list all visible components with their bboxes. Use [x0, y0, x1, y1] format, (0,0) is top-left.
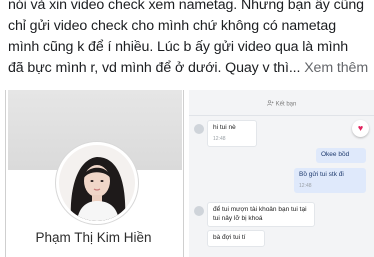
chat-header: Kết bạn: [189, 90, 374, 116]
chat-message-2-text: Okee bồd: [321, 151, 350, 158]
post-text: nói và xin video check xem nametag. Nhưn…: [8, 0, 368, 79]
chat-message-1: hi tui nè 12:48: [207, 120, 257, 147]
heart-icon[interactable]: ♥: [352, 120, 369, 137]
post-line-3: mình cũng k để í nhiều. Lúc b ấy gửi vid…: [8, 39, 349, 55]
chat-message-5-text: bà đợi tui tí: [213, 234, 246, 241]
photo-chat-screenshot[interactable]: Kết bạn ♥ hi tui nè 12:48 Okee bồd Bồ gử…: [189, 90, 374, 257]
post-line-4: đã bực mình r, vd mình để ở dưới. Quay v…: [8, 58, 368, 79]
chat-message-3-text: Bồ gửi tui stk đi: [299, 171, 344, 178]
photo-profile-screenshot[interactable]: Phạm Thị Kim Hiền: [0, 90, 187, 257]
chat-message-2: Okee bồd: [316, 148, 366, 163]
sender-avatar-2: [194, 206, 204, 216]
post-line-2: chỉ gửi video check cho mình chứ không c…: [8, 18, 336, 34]
add-friend-label: Kết bạn: [275, 101, 297, 108]
post-line-4-text: đã bực mình r, vd mình để ở dưới. Quay v…: [8, 60, 301, 76]
chat-message-1-time: 12:48: [213, 135, 226, 142]
post-line-1: nói và xin video check xem nametag. Nhưn…: [8, 0, 364, 13]
profile-name: Phạm Thị Kim Hiền: [35, 230, 152, 245]
chat-message-4: để tui mượn tài khoản bạn tui tại tui nả…: [207, 202, 315, 227]
avatar-portrait: [59, 145, 135, 221]
chat-divider: [189, 115, 374, 116]
chat-message-4-text: để tui mượn tài khoản bạn tui tại tui nả…: [213, 206, 307, 222]
chat-message-3-time: 12:48: [299, 182, 312, 189]
see-more-link[interactable]: Xem thêm: [304, 60, 368, 76]
profile-avatar: [56, 142, 138, 224]
chat-message-3: Bồ gửi tui stk đi 12:48: [294, 168, 366, 193]
person-plus-icon: [266, 100, 274, 108]
chat-message-1-text: hi tui nè: [213, 124, 236, 131]
add-friend-button[interactable]: Kết bạn: [189, 100, 374, 108]
sender-avatar: [194, 124, 204, 134]
chat-message-5: bà đợi tui tí: [207, 230, 265, 247]
